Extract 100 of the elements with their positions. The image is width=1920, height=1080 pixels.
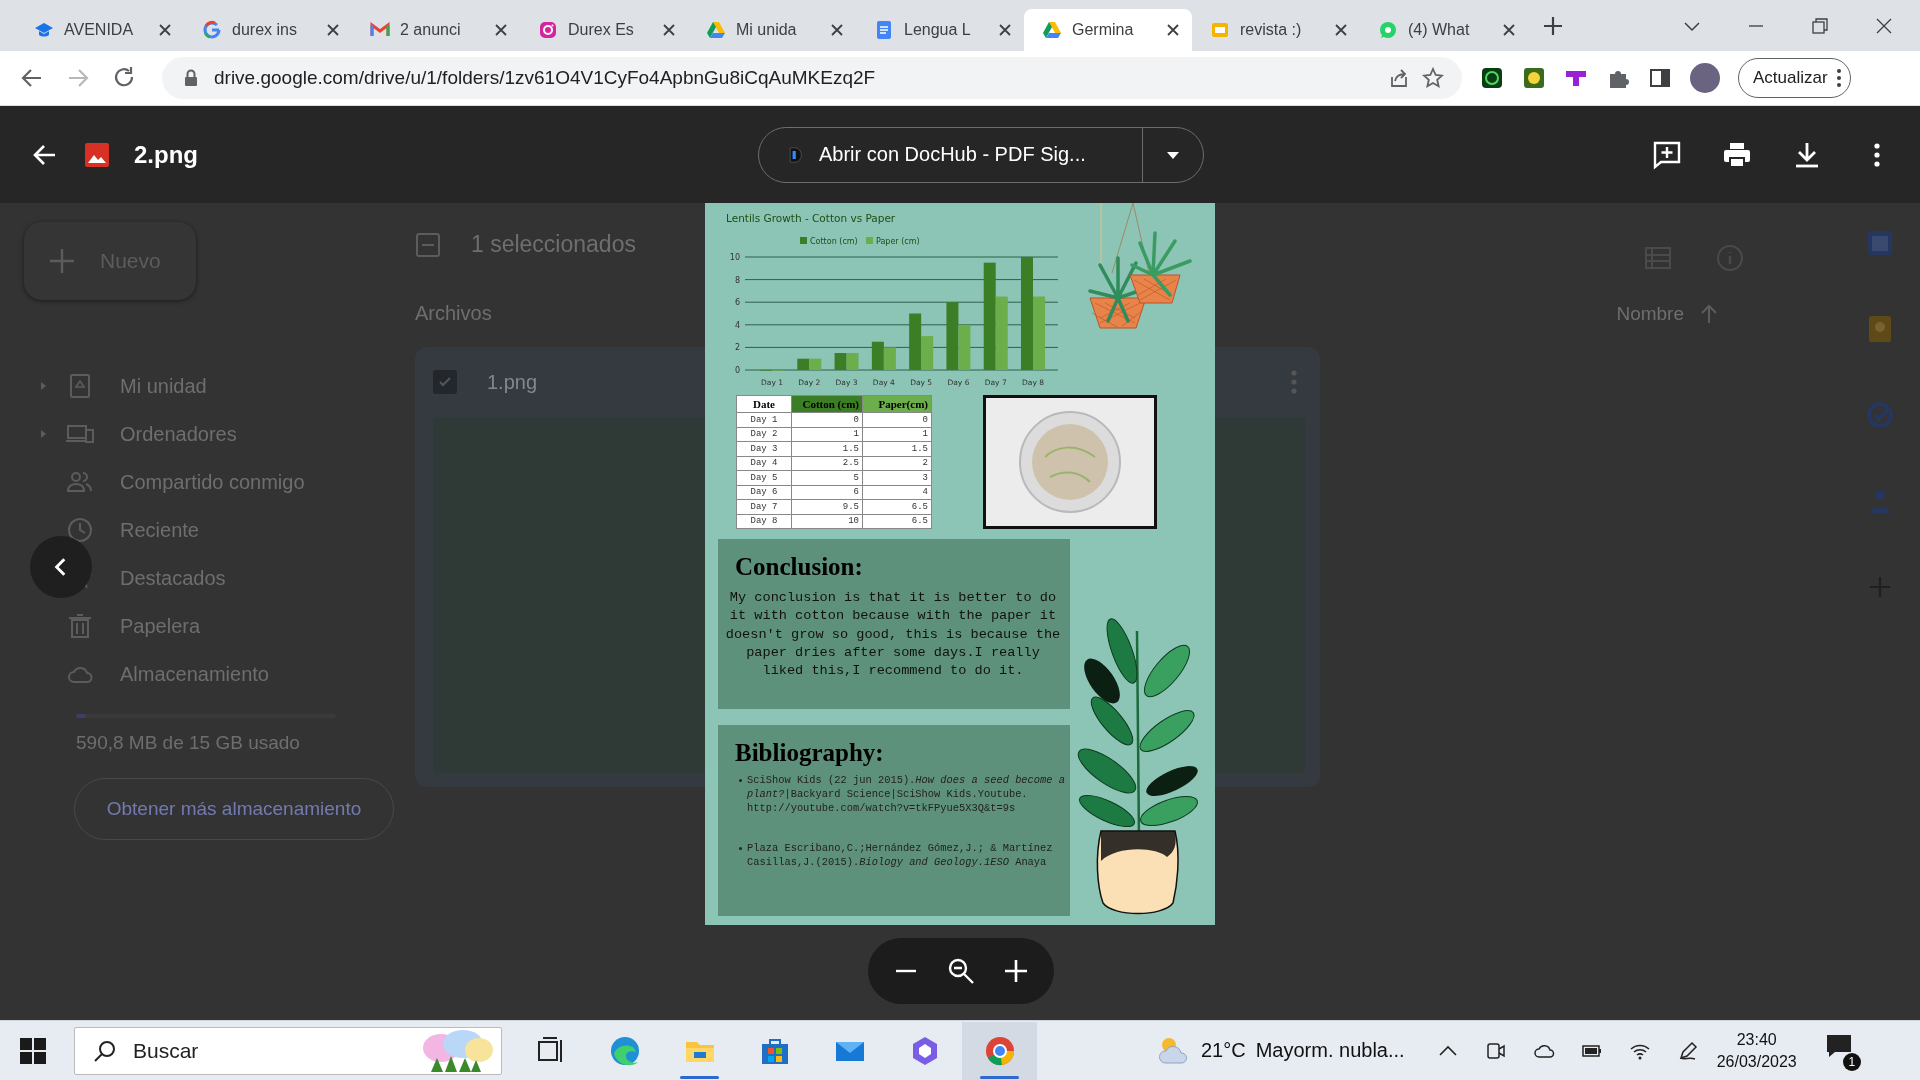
- table-cell: Day 8: [736, 514, 792, 529]
- table-cell: 0: [791, 412, 863, 427]
- close-icon[interactable]: [830, 23, 844, 37]
- add-comment-icon[interactable]: [1652, 139, 1682, 170]
- browser-tab[interactable]: revista :): [1192, 9, 1360, 51]
- trash-icon: [66, 612, 94, 640]
- browser-tab[interactable]: Mi unida: [688, 9, 856, 51]
- table-cell: 10: [791, 514, 863, 529]
- chat-bubble-icon: [1378, 20, 1398, 40]
- chart-title: Lentils Growth - Cotton vs Paper: [726, 212, 896, 224]
- close-icon[interactable]: [1166, 23, 1180, 37]
- section-title: Bibliography:: [734, 739, 885, 767]
- table-cell: 0: [862, 412, 932, 427]
- axis-tick-label: 2: [734, 343, 740, 353]
- reference-text: SciShow Kids (22 jun 2015).How does a seed become a plant?|Backyard Science|SciShow Kids.Youtube. http://youtube.com/watch?v=tkFPyue5X3Q&t=9s: [747, 773, 1065, 815]
- close-icon[interactable]: [326, 23, 340, 37]
- bullet-icon: [739, 847, 742, 850]
- table-cell: 4: [862, 485, 932, 500]
- extension-icon[interactable]: [1522, 66, 1546, 90]
- google-icon: [202, 20, 222, 40]
- bullet-icon: [739, 779, 742, 782]
- close-icon[interactable]: [998, 23, 1012, 37]
- table-cell: 1: [791, 427, 863, 442]
- star-icon[interactable]: [1422, 67, 1444, 89]
- notification-count-badge: 1: [1842, 1052, 1861, 1071]
- table-cell: 1.5: [862, 441, 932, 456]
- table-cell: Day 6: [736, 485, 792, 500]
- check-circle-icon[interactable]: [1865, 400, 1895, 430]
- axis-tick-label: 6: [734, 298, 740, 308]
- notification-icon[interactable]: [1824, 1032, 1853, 1059]
- browser-tab[interactable]: AVENIDA: [16, 9, 184, 51]
- storage-usage-text: 590,8 MB de 15 GB usado: [76, 732, 301, 754]
- dochub-icon: [787, 144, 803, 165]
- close-icon[interactable]: [1502, 23, 1516, 37]
- legend-item: Cotton (cm): [800, 237, 858, 246]
- table-cell: Day 4: [736, 456, 792, 471]
- checkbox[interactable]: [433, 370, 457, 394]
- address-bar[interactable]: drive.google.com/drive/u/1/folders/1zv61O4V1CyFo4ApbnGu8iCqAuMKEzq2F: [162, 57, 1462, 99]
- legend-label: Paper (cm): [876, 237, 920, 246]
- table-cell: Day 7: [736, 499, 792, 514]
- close-icon[interactable]: [158, 23, 172, 37]
- axis-tick-label: 8: [734, 275, 740, 285]
- table-cell: 9.5: [791, 499, 863, 514]
- section-title: Conclusion:: [734, 553, 864, 581]
- column-header: Paper(cm): [862, 395, 932, 413]
- open-with-button[interactable]: Abrir con DocHub - PDF Sig...: [759, 127, 1142, 182]
- browser-tab[interactable]: Durex Es: [520, 9, 688, 51]
- axis-tick-label: 0: [734, 366, 740, 375]
- close-icon[interactable]: [662, 23, 676, 37]
- update-button[interactable]: Actualizar: [1738, 58, 1851, 98]
- share-icon[interactable]: [1388, 67, 1410, 89]
- taskbar-search-field[interactable]: Buscar: [74, 1026, 502, 1075]
- extension-icon[interactable]: [1480, 66, 1504, 90]
- document-icon: [874, 20, 894, 40]
- axis-tick-label: 10: [729, 253, 740, 262]
- browser-tab[interactable]: Germina: [1024, 9, 1192, 51]
- axis-tick-label: 4: [734, 320, 740, 330]
- table-cell: 1: [862, 427, 932, 442]
- profile-avatar[interactable]: [1690, 63, 1720, 93]
- triangle-icon: [1042, 20, 1062, 40]
- bar: [834, 353, 847, 370]
- file-name: 1.png: [487, 370, 538, 394]
- temperature-text: 21°C: [1201, 1039, 1246, 1062]
- table-cell: 5: [791, 470, 863, 485]
- browser-tab[interactable]: 2 anunci: [352, 9, 520, 51]
- browser-tab[interactable]: Lengua L: [856, 9, 1024, 51]
- restore-icon[interactable]: [1810, 15, 1830, 36]
- table-cell: 2.5: [791, 456, 863, 471]
- triangle-icon: [706, 20, 726, 40]
- reference-text: Plaza Escribano,C.;Hernández Gómez,J.; & Martínez Casillas,J.(2015).Biology and Geology.1ESO Anaya: [747, 841, 1054, 869]
- column-header: Cotton (cm): [791, 395, 863, 413]
- table-cell: Day 3: [736, 441, 792, 456]
- search-icon: [93, 1038, 117, 1063]
- column-header: Date: [736, 395, 792, 413]
- file-name: 2.png: [134, 140, 198, 169]
- legend-item: Paper (cm): [866, 237, 920, 246]
- bar: [809, 358, 822, 370]
- zoom-icon[interactable]: [947, 957, 975, 985]
- more-icon: [1835, 68, 1842, 88]
- table-cell: 6.5: [862, 499, 932, 514]
- legend-label: Cotton (cm): [810, 237, 858, 246]
- side-panel-icon[interactable]: [1648, 66, 1672, 90]
- clock-icon: [66, 516, 94, 544]
- table-cell: 3: [862, 470, 932, 485]
- table-cell: 6.5: [862, 514, 932, 529]
- clock-date[interactable]: 26/03/2023: [1716, 1050, 1797, 1073]
- close-icon[interactable]: [1334, 23, 1348, 37]
- browser-tab[interactable]: (4) What: [1360, 9, 1528, 51]
- table-cell: Day 2: [736, 427, 792, 442]
- table-cell: 1.5: [791, 441, 863, 456]
- clock-time[interactable]: 23:40: [1736, 1028, 1777, 1051]
- plus-icon: [48, 247, 76, 275]
- table-cell: 2: [862, 456, 932, 471]
- caret-icon: [1165, 149, 1181, 160]
- close-icon[interactable]: [494, 23, 508, 37]
- selection-count: 1 seleccionados: [471, 231, 636, 258]
- browser-tab[interactable]: durex ins: [184, 9, 352, 51]
- windows-start-icon[interactable]: [18, 1035, 48, 1066]
- table-cell: Day 1: [736, 412, 792, 427]
- weather-text: Mayorm. nubla...: [1255, 1039, 1405, 1062]
